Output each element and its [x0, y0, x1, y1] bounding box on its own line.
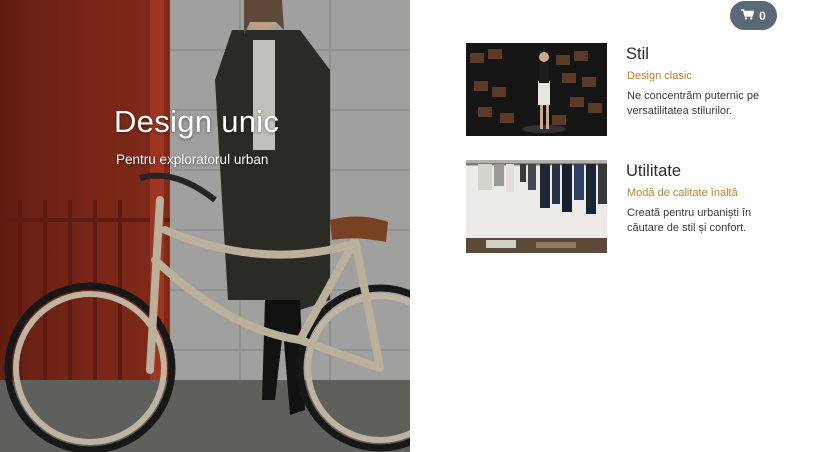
feature-card-utility: Utilitate Modă de calitate înaltă Creată…: [466, 160, 786, 254]
hero-subtitle: Pentru exploratorul urban: [116, 152, 269, 167]
feature-title: Utilitate: [626, 162, 682, 180]
feature-description: Ne concentrăm puternic pe versatilitatea…: [627, 90, 760, 117]
feature-subtitle: Design clasic: [627, 70, 692, 82]
feature-image-style: [466, 43, 607, 136]
feature-subtitle: Modă de calitate înaltă: [627, 187, 738, 199]
feature-description: Creată pentru urbaniști în căutare de st…: [627, 207, 752, 234]
feature-card-style: Stil Design clasic Ne concentrăm puterni…: [466, 43, 786, 137]
hero-section: Design unic Pentru exploratorul urban: [0, 0, 410, 452]
shopping-cart-icon: [741, 7, 755, 25]
hero-image-woman-with-bicycle: [0, 0, 410, 452]
cart-count: 0: [759, 8, 766, 23]
hero-title: Design unic: [114, 104, 280, 139]
cart-button[interactable]: 0: [730, 1, 777, 30]
feature-image-utility: [466, 160, 607, 253]
feature-title: Stil: [626, 45, 649, 63]
